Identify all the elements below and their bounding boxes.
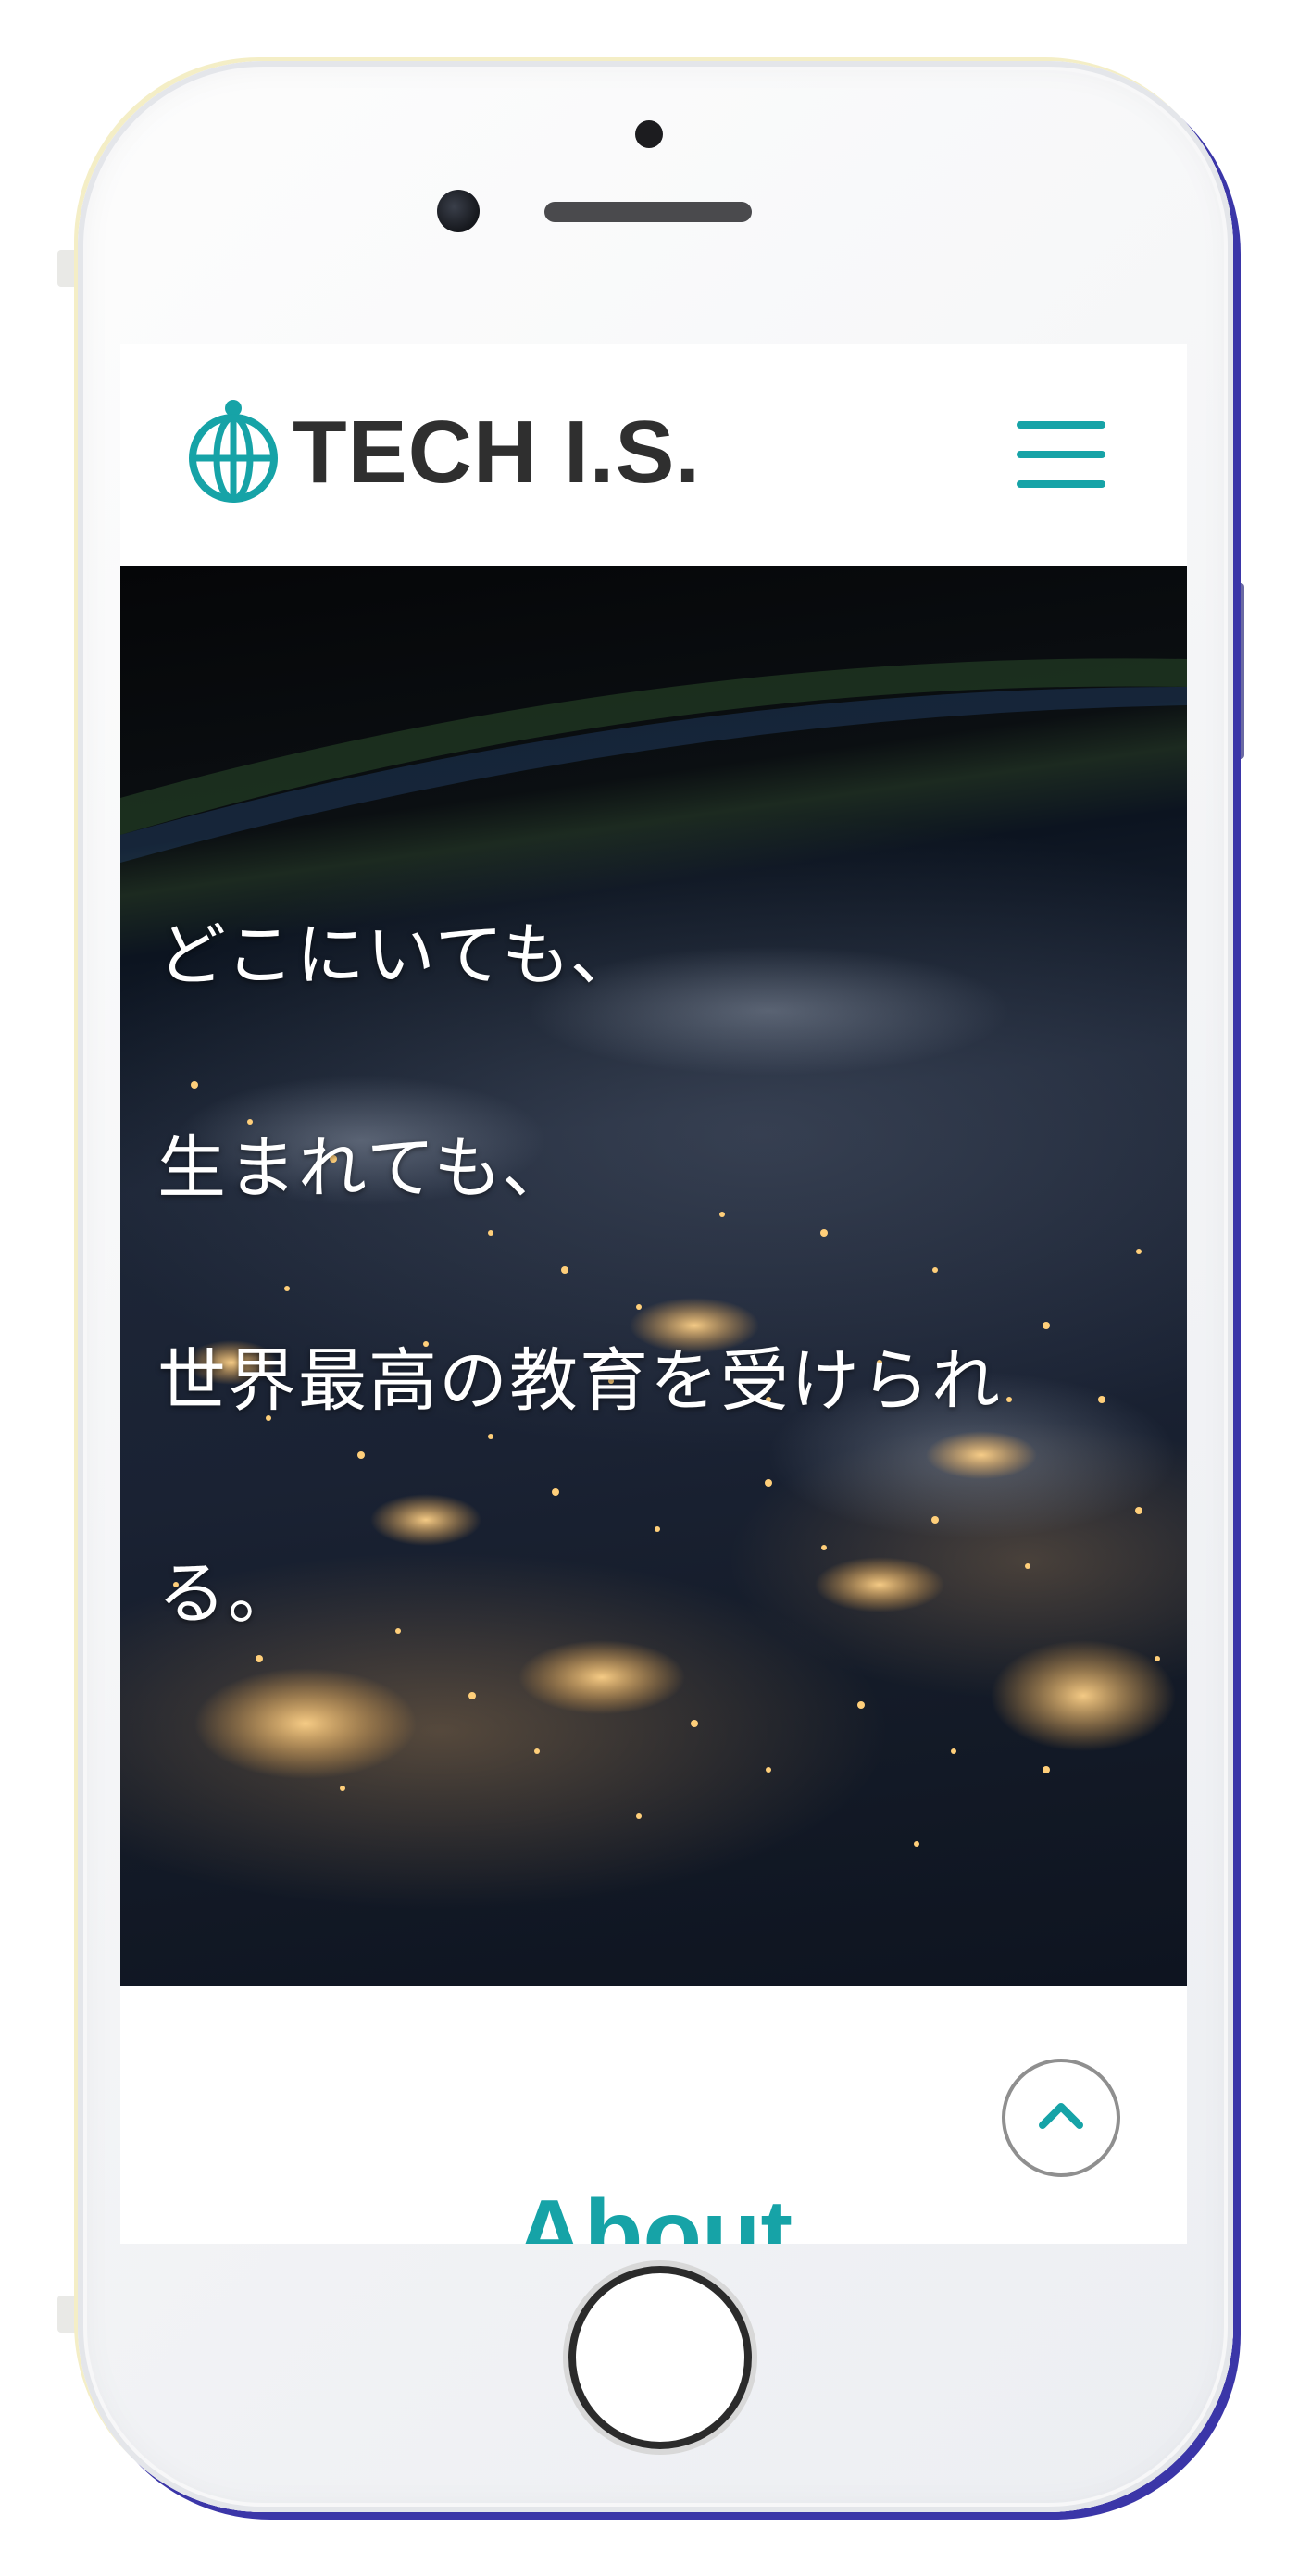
- hero-line: 生まれても、: [157, 1128, 572, 1208]
- logo-text: TECH I.S.: [293, 403, 702, 502]
- earpiece-speaker: [544, 202, 752, 222]
- hamburger-menu-icon[interactable]: [1017, 414, 1105, 497]
- volume-button: [57, 2296, 78, 2333]
- section-title-about: About: [514, 2181, 793, 2244]
- scroll-to-top-button[interactable]: [1002, 2059, 1120, 2177]
- hero-line: る。: [157, 1554, 298, 1634]
- site-logo[interactable]: TECH I.S.: [187, 392, 701, 513]
- phone-screen: TECH I.S. どこにいても、 生まれても、 世界最高の教育を受けられ る。…: [120, 344, 1187, 2244]
- chevron-up-icon: [1039, 2103, 1083, 2129]
- power-button: [1233, 583, 1244, 759]
- hero-line: 世界最高の教育を受けられ: [157, 1341, 1002, 1421]
- site-header: TECH I.S.: [120, 344, 1187, 566]
- hero-banner: どこにいても、 生まれても、 世界最高の教育を受けられ る。: [120, 566, 1187, 1986]
- hero-line: どこにいても、: [157, 915, 641, 995]
- globe-icon: [189, 400, 278, 503]
- mute-switch: [57, 250, 78, 287]
- page: TECH I.S. どこにいても、 生まれても、 世界最高の教育を受けられ る。…: [0, 0, 1311, 2576]
- proximity-sensor: [635, 120, 663, 148]
- home-button[interactable]: [568, 2266, 752, 2449]
- front-camera: [437, 190, 480, 232]
- hero-tagline: どこにいても、 生まれても、 世界最高の教育を受けられ る。: [157, 909, 1157, 1761]
